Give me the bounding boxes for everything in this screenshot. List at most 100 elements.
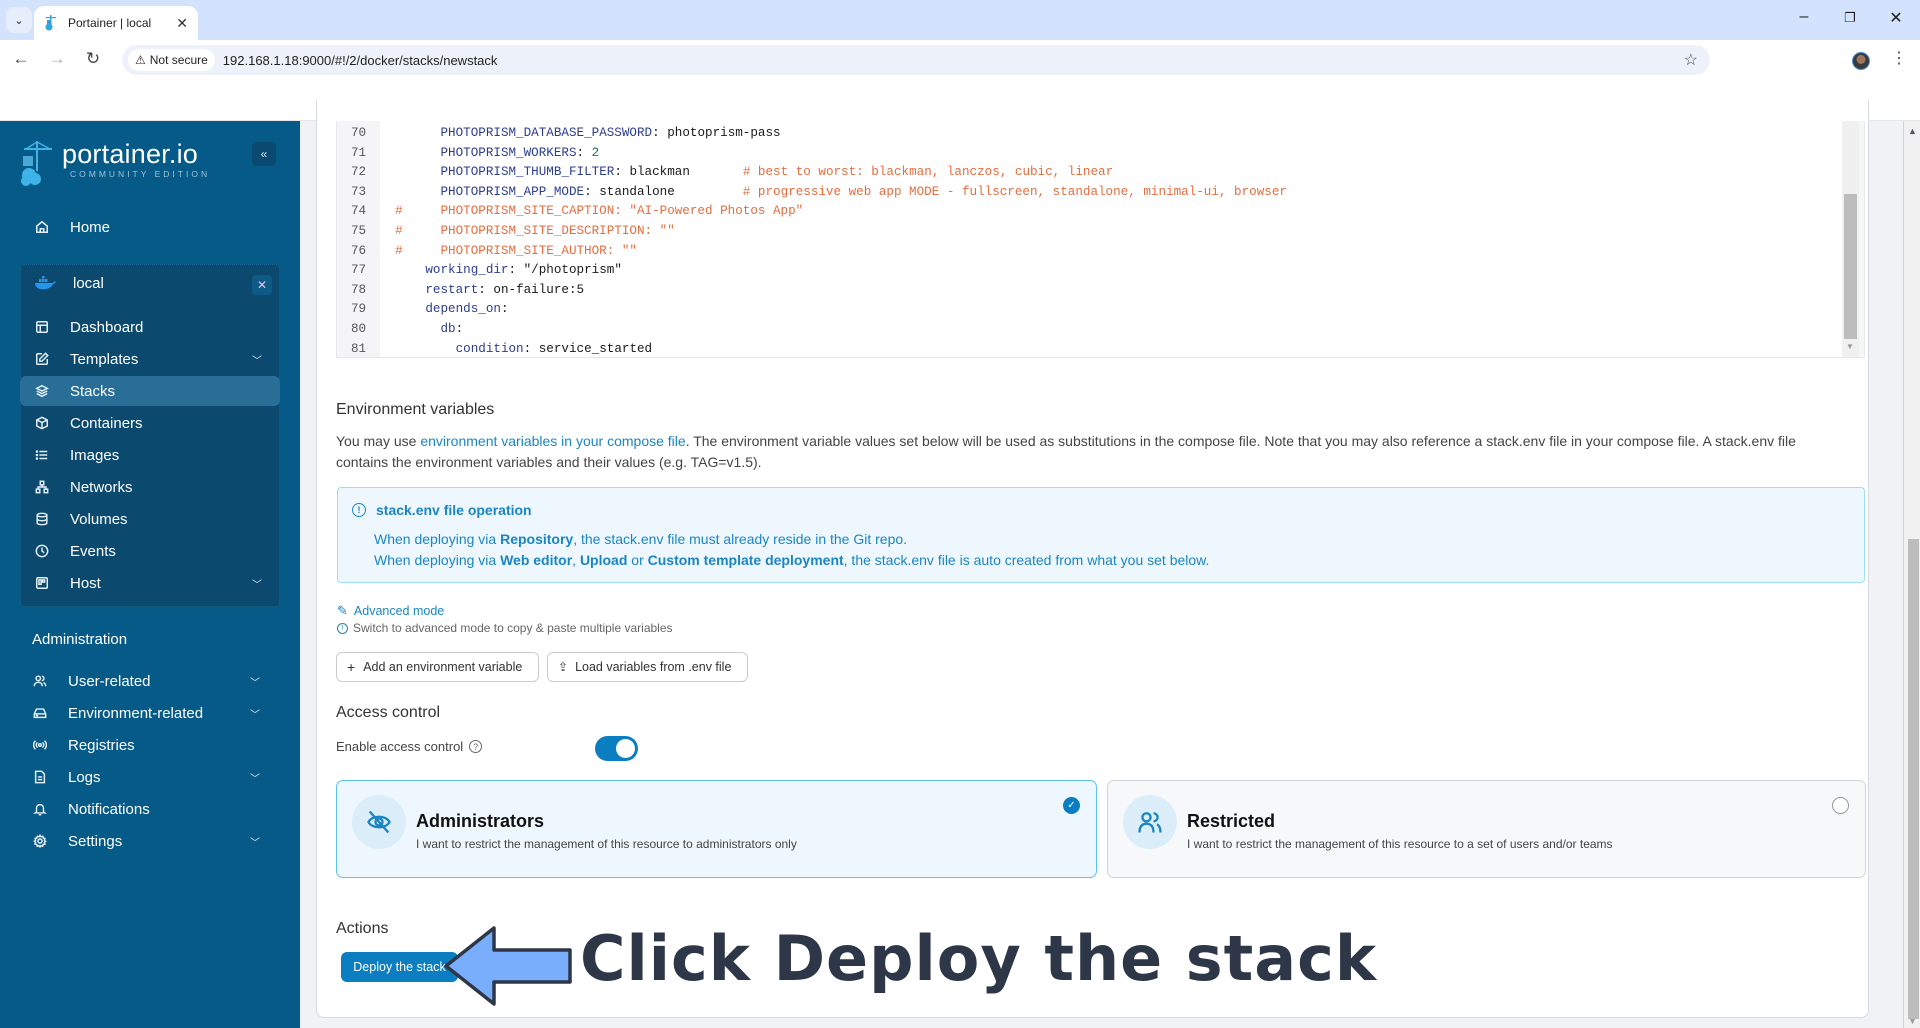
sidebar-item-containers[interactable]: Containers bbox=[20, 408, 280, 438]
selected-check-icon: ✓ bbox=[1063, 797, 1080, 814]
stack-env-info-box: ! stack.env file operation When deploying… bbox=[337, 487, 1865, 583]
code-line[interactable]: 81 condition: service_started bbox=[337, 340, 1837, 360]
access-control-toggle[interactable] bbox=[595, 736, 638, 761]
sidebar-item-label: Settings bbox=[68, 832, 123, 850]
eye-off-icon bbox=[352, 795, 406, 849]
editor-scroll-thumb[interactable] bbox=[1844, 194, 1857, 339]
portainer-logo[interactable]: portainer.io COMMUNITY EDITION bbox=[20, 141, 210, 187]
env-vars-docs-link[interactable]: environment variables in your compose fi… bbox=[420, 433, 685, 449]
page-scrollbar[interactable]: ▲ ▼ bbox=[1903, 121, 1920, 1028]
collapse-sidebar-button[interactable]: « bbox=[252, 142, 276, 166]
sidebar-item-stacks[interactable]: Stacks bbox=[20, 376, 280, 406]
sidebar-item-label: Events bbox=[70, 542, 116, 560]
sidebar-item-templates[interactable]: Templates ﹀ bbox=[20, 344, 280, 374]
sidebar-item-host[interactable]: Host ﹀ bbox=[20, 568, 280, 598]
code-line[interactable]: 79 depends_on: bbox=[337, 300, 1837, 320]
url-text[interactable]: 192.168.1.18:9000/#!/2/docker/stacks/new… bbox=[223, 53, 498, 68]
sidebar-item-registries[interactable]: Registries bbox=[18, 730, 278, 760]
sidebar-item-label: User-related bbox=[68, 672, 151, 690]
access-option-restricted[interactable]: Restricted I want to restrict the manage… bbox=[1107, 780, 1866, 878]
button-label: Load variables from .env file bbox=[575, 660, 732, 674]
line-number: 71 bbox=[351, 145, 367, 160]
option-description: I want to restrict the management of thi… bbox=[416, 837, 797, 851]
line-number: 77 bbox=[351, 263, 367, 278]
load-env-file-button[interactable]: ⇪ Load variables from .env file bbox=[547, 652, 748, 682]
close-environment-icon[interactable]: ✕ bbox=[252, 275, 272, 295]
advanced-mode-link[interactable]: ✎ Advanced mode bbox=[337, 603, 444, 619]
info-icon: ! bbox=[337, 622, 348, 634]
scroll-down-icon[interactable]: ▼ bbox=[1908, 1016, 1917, 1026]
editor-content[interactable]: 70 PHOTOPRISM_DATABASE_PASSWORD: photopr… bbox=[337, 121, 1842, 357]
forward-icon[interactable]: → bbox=[46, 49, 68, 69]
sidebar-item-settings[interactable]: Settings ﹀ bbox=[18, 826, 278, 856]
code-line[interactable]: 71 PHOTOPRISM_WORKERS: 2 bbox=[337, 144, 1837, 164]
file-icon bbox=[30, 770, 50, 784]
sidebar-item-dashboard[interactable]: Dashboard bbox=[20, 312, 280, 342]
help-icon[interactable]: ? bbox=[469, 740, 483, 753]
info-title: ! stack.env file operation bbox=[352, 502, 532, 518]
desc-text: You may use bbox=[336, 433, 421, 449]
sidebar-item-logs[interactable]: Logs ﹀ bbox=[18, 762, 278, 792]
sidebar-item-home[interactable]: Home bbox=[20, 212, 280, 242]
code-line[interactable]: 74 # PHOTOPRISM_SITE_CAPTION: "AI-Powere… bbox=[337, 202, 1837, 222]
code-line[interactable]: 80 db: bbox=[337, 320, 1837, 340]
browser-menu-icon[interactable]: ⋮ bbox=[1891, 48, 1907, 68]
sidebar-item-label: Containers bbox=[70, 414, 143, 432]
unselected-radio[interactable] bbox=[1832, 797, 1849, 814]
docker-icon bbox=[35, 276, 56, 290]
plus-icon: + bbox=[347, 659, 356, 675]
annotation-arrow-icon bbox=[444, 926, 572, 1006]
gear-icon bbox=[30, 834, 50, 848]
page-scroll-thumb[interactable] bbox=[1908, 539, 1919, 1019]
line-number: 78 bbox=[351, 282, 367, 297]
sidebar-item-label: Dashboard bbox=[70, 318, 144, 336]
compose-editor[interactable]: 70 PHOTOPRISM_DATABASE_PASSWORD: photopr… bbox=[336, 121, 1865, 358]
code-line[interactable]: 76 # PHOTOPRISM_SITE_AUTHOR: "" bbox=[337, 242, 1837, 262]
window-close-icon[interactable]: ✕ bbox=[1884, 8, 1908, 28]
layers-icon bbox=[32, 384, 52, 398]
sidebar-item-environment-related[interactable]: Environment-related ﹀ bbox=[18, 698, 278, 728]
profile-avatar[interactable] bbox=[1852, 52, 1870, 70]
bookmark-star-icon[interactable]: ☆ bbox=[1684, 50, 1698, 70]
deploy-stack-button[interactable]: Deploy the stack bbox=[341, 952, 458, 982]
sidebar: portainer.io COMMUNITY EDITION « Home lo… bbox=[0, 121, 300, 1028]
box-icon bbox=[32, 416, 52, 430]
tab-close-icon[interactable]: ✕ bbox=[176, 15, 188, 32]
code-line[interactable]: 70 PHOTOPRISM_DATABASE_PASSWORD: photopr… bbox=[337, 124, 1837, 144]
option-description: I want to restrict the management of thi… bbox=[1187, 837, 1613, 851]
code-line[interactable]: 73 PHOTOPRISM_APP_MODE: standalone # pro… bbox=[337, 183, 1837, 203]
minimize-icon[interactable]: – bbox=[1792, 8, 1816, 26]
chevron-down-icon: ﹀ bbox=[250, 837, 260, 849]
env-vars-description: You may use environment variables in you… bbox=[336, 431, 1826, 472]
restore-icon[interactable]: ❐ bbox=[1838, 10, 1862, 26]
add-env-variable-button[interactable]: + Add an environment variable bbox=[336, 652, 539, 682]
chevron-down-icon: ﹀ bbox=[250, 709, 260, 721]
host-icon bbox=[32, 576, 52, 590]
environment-header[interactable]: local bbox=[21, 265, 281, 301]
editor-scroll-down-icon[interactable]: ▼ bbox=[1846, 342, 1854, 351]
sidebar-item-label: Registries bbox=[68, 736, 135, 754]
code-line[interactable]: 77 working_dir: "/photoprism" bbox=[337, 261, 1837, 281]
code-line[interactable]: 75 # PHOTOPRISM_SITE_DESCRIPTION: "" bbox=[337, 222, 1837, 242]
sidebar-item-user-related[interactable]: User-related ﹀ bbox=[18, 666, 278, 696]
back-icon[interactable]: ← bbox=[10, 49, 32, 69]
drive-icon bbox=[30, 706, 50, 720]
editor-scrollbar[interactable]: ▼ bbox=[1842, 121, 1859, 357]
access-option-administrators[interactable]: Administrators I want to restrict the ma… bbox=[336, 780, 1097, 878]
sidebar-item-volumes[interactable]: Volumes bbox=[20, 504, 280, 534]
scroll-up-icon[interactable]: ▲ bbox=[1908, 126, 1917, 136]
code-line[interactable]: 72 PHOTOPRISM_THUMB_FILTER: blackman # b… bbox=[337, 163, 1837, 183]
reload-icon[interactable]: ↻ bbox=[82, 49, 104, 69]
sidebar-item-events[interactable]: Events bbox=[20, 536, 280, 566]
sidebar-item-networks[interactable]: Networks bbox=[20, 472, 280, 502]
tab-search-button[interactable]: ⌄ bbox=[6, 7, 32, 33]
users-icon bbox=[30, 674, 50, 688]
code-line[interactable]: 78 restart: on-failure:5 bbox=[337, 281, 1837, 301]
users-icon bbox=[1123, 795, 1177, 849]
browser-tab[interactable]: Portainer | local ✕ bbox=[34, 6, 198, 40]
site-info-chip[interactable]: ⚠ Not secure bbox=[128, 49, 215, 71]
edit-icon: ✎ bbox=[337, 603, 348, 618]
sidebar-item-notifications[interactable]: Notifications bbox=[18, 794, 278, 824]
sidebar-item-images[interactable]: Images bbox=[20, 440, 280, 470]
address-bar[interactable]: ⚠ Not secure 192.168.1.18:9000/#!/2/docke… bbox=[122, 45, 1710, 75]
